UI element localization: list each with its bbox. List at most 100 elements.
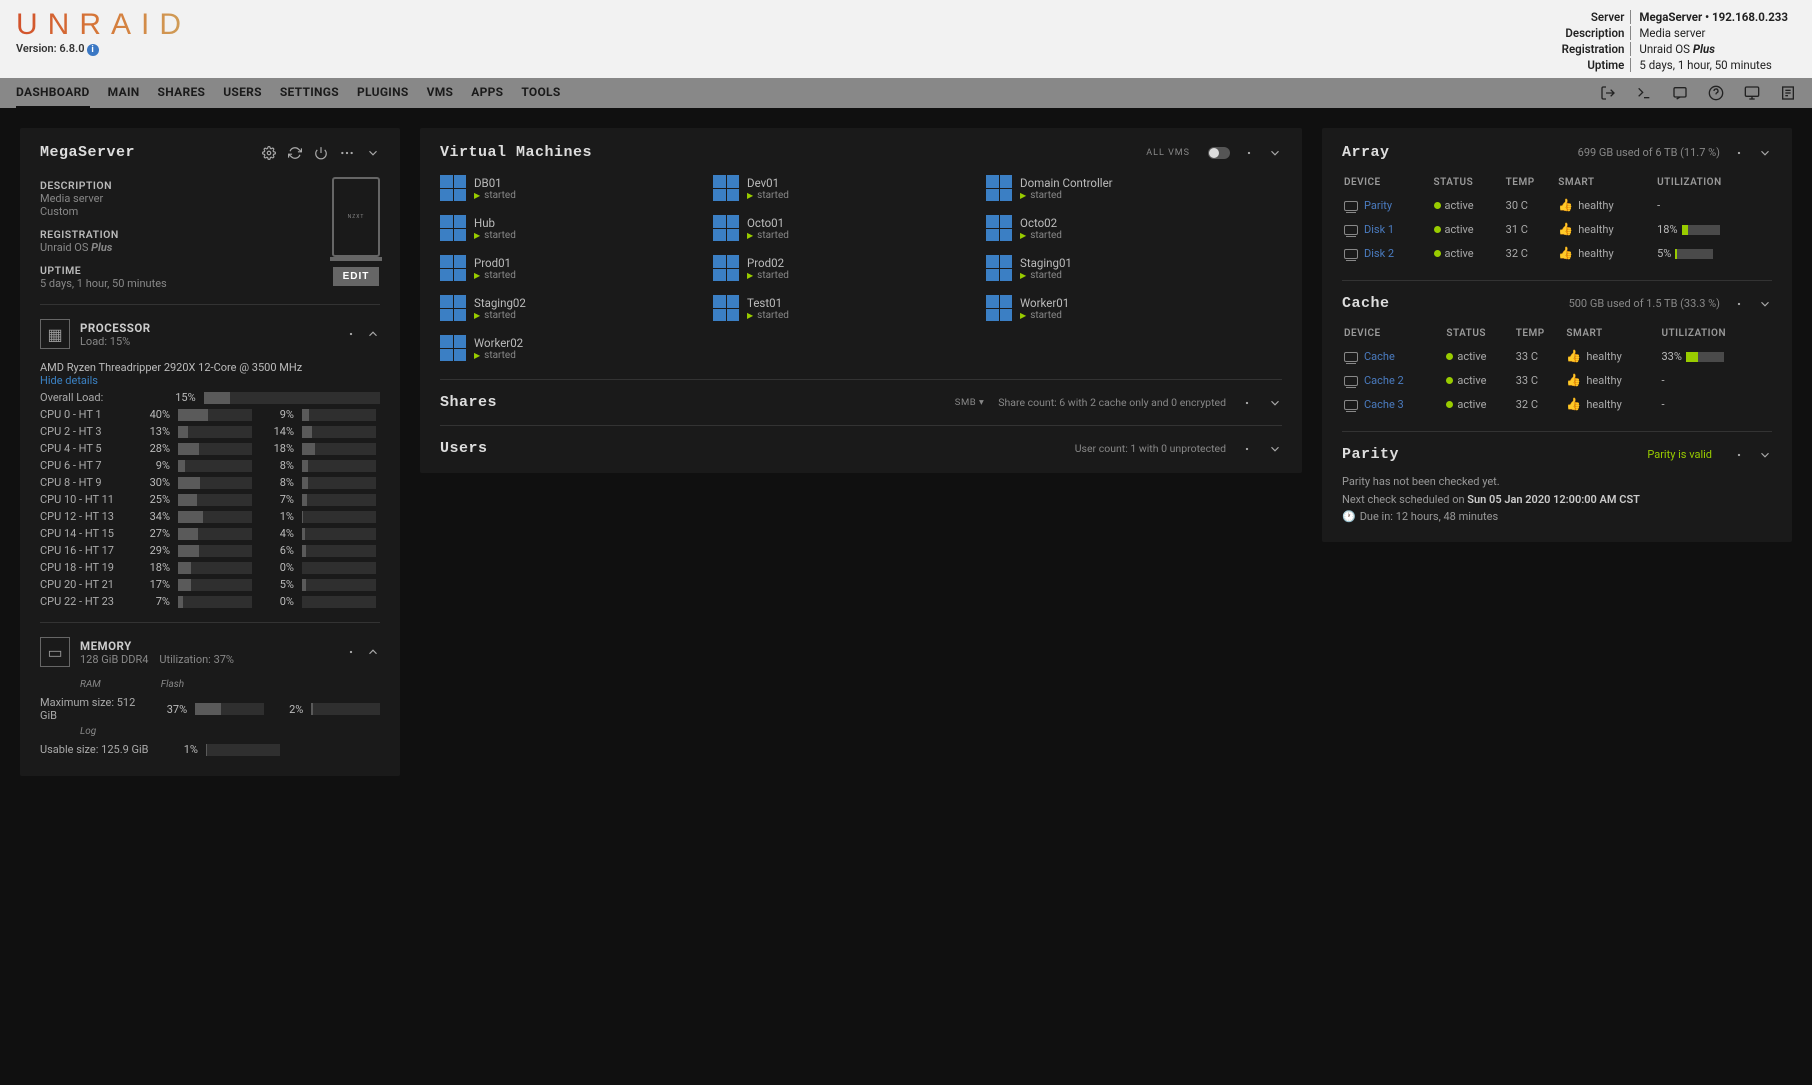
- windows-icon: [986, 255, 1012, 281]
- nav-tab-settings[interactable]: SETTINGS: [280, 78, 339, 108]
- vm-item[interactable]: Dev01▶ started: [713, 171, 974, 205]
- gear-icon[interactable]: [344, 645, 358, 659]
- cpu-row: CPU 16 - HT 17 29% 6%: [40, 544, 380, 557]
- disk-icon: [1344, 400, 1358, 410]
- windows-icon: [440, 255, 466, 281]
- parity-valid-badge: Parity is valid: [1647, 448, 1712, 461]
- cpu-row: CPU 18 - HT 19 18% 0%: [40, 561, 380, 574]
- windows-icon: [986, 215, 1012, 241]
- nav-tab-shares[interactable]: SHARES: [158, 78, 206, 108]
- monitor-icon[interactable]: [1744, 85, 1760, 101]
- feedback-icon[interactable]: [1672, 85, 1688, 101]
- chevron-down-icon[interactable]: [1268, 442, 1282, 456]
- proto-dropdown[interactable]: SMB ▾: [955, 397, 984, 408]
- vm-item[interactable]: Test01▶ started: [713, 291, 974, 325]
- hide-details-link[interactable]: Hide details: [40, 374, 380, 387]
- power-icon[interactable]: [314, 146, 328, 160]
- gear-icon[interactable]: [1240, 396, 1254, 410]
- edit-button[interactable]: EDIT: [333, 267, 380, 286]
- disk-link[interactable]: Cache: [1364, 350, 1395, 363]
- processor-title: PROCESSOR: [80, 321, 151, 335]
- case-icon: NZXT: [332, 177, 380, 257]
- nav-tab-tools[interactable]: TOOLS: [521, 78, 560, 108]
- array-title: Array: [1342, 144, 1390, 161]
- nav-bar: DASHBOARD MAIN SHARES USERS SETTINGS PLUGINS V…: [0, 78, 1812, 108]
- version-line: Version: 6.8.0i: [16, 42, 191, 56]
- disk-link[interactable]: Cache 2: [1364, 374, 1404, 387]
- cpu-row: CPU 8 - HT 9 30% 8%: [40, 476, 380, 489]
- thumb-up-icon: 👍: [1558, 198, 1573, 212]
- cache-title: Cache: [1342, 295, 1390, 312]
- cpu-row: CPU 22 - HT 23 7% 0%: [40, 595, 380, 608]
- vms-title: Virtual Machines: [440, 144, 592, 161]
- vm-item[interactable]: Worker01▶ started: [986, 291, 1247, 325]
- windows-icon: [986, 175, 1012, 201]
- nav-tab-dashboard[interactable]: DASHBOARD: [16, 78, 90, 108]
- disk-row: Disk 2 active 32 C 👍healthy 5%: [1344, 242, 1770, 264]
- nav-tab-plugins[interactable]: PLUGINS: [357, 78, 409, 108]
- chevron-down-icon[interactable]: [1758, 297, 1772, 311]
- vm-item[interactable]: Hub▶ started: [440, 211, 701, 245]
- disk-row: Cache 2 active 33 C 👍healthy -: [1344, 369, 1770, 391]
- disk-icon: [1344, 352, 1358, 362]
- server-panel: MegaServer DESCRIPTION Media server Cust…: [20, 128, 400, 776]
- logo: UNRAID: [16, 8, 191, 42]
- chevron-up-icon[interactable]: [366, 645, 380, 659]
- vm-item[interactable]: Staging01▶ started: [986, 251, 1247, 285]
- vm-item[interactable]: Domain Controller▶ started: [986, 171, 1247, 205]
- terminal-icon[interactable]: [1636, 85, 1652, 101]
- disk-link[interactable]: Disk 2: [1364, 247, 1394, 260]
- chevron-up-icon[interactable]: [366, 327, 380, 341]
- nav-tab-vms[interactable]: VMS: [427, 78, 454, 108]
- refresh-icon[interactable]: [288, 146, 302, 160]
- chevron-down-icon[interactable]: [366, 146, 380, 160]
- windows-icon: [713, 255, 739, 281]
- chevron-down-icon[interactable]: [1758, 146, 1772, 160]
- disk-link[interactable]: Disk 1: [1364, 223, 1394, 236]
- vm-item[interactable]: Worker02▶ started: [440, 331, 701, 365]
- windows-icon: [713, 175, 739, 201]
- disk-icon: [1344, 376, 1358, 386]
- logout-icon[interactable]: [1600, 85, 1616, 101]
- disk-link[interactable]: Parity: [1364, 199, 1392, 212]
- windows-icon: [713, 295, 739, 321]
- windows-icon: [440, 175, 466, 201]
- thumb-up-icon: 👍: [1566, 397, 1581, 411]
- gear-icon[interactable]: [344, 327, 358, 341]
- users-title: Users: [440, 440, 488, 457]
- chevron-down-icon[interactable]: [1758, 448, 1772, 462]
- vm-item[interactable]: Staging02▶ started: [440, 291, 701, 325]
- server-title: MegaServer: [40, 144, 135, 161]
- settings-icon[interactable]: [340, 146, 354, 160]
- reg-label: REGISTRATION: [40, 228, 167, 241]
- gear-icon[interactable]: [1242, 146, 1256, 160]
- vm-item[interactable]: DB01▶ started: [440, 171, 701, 205]
- gear-icon[interactable]: [1732, 146, 1746, 160]
- nav-tab-main[interactable]: MAIN: [108, 78, 140, 108]
- vm-item[interactable]: Prod01▶ started: [440, 251, 701, 285]
- nav-tab-users[interactable]: USERS: [223, 78, 262, 108]
- log-icon[interactable]: [1780, 85, 1796, 101]
- thumb-up-icon: 👍: [1558, 246, 1573, 260]
- server-meta: ServerMegaServer • 192.168.0.233 Descrip…: [1554, 8, 1796, 74]
- clock-icon: 🕐: [1342, 508, 1356, 526]
- vm-item[interactable]: Octo01▶ started: [713, 211, 974, 245]
- vms-panel: Virtual Machines ALL VMS DB01▶ started D…: [420, 128, 1302, 473]
- gear-icon[interactable]: [1240, 442, 1254, 456]
- gear-icon[interactable]: [1732, 448, 1746, 462]
- nav-tab-apps[interactable]: APPS: [471, 78, 503, 108]
- gear-icon[interactable]: [1732, 297, 1746, 311]
- cpu-model: AMD Ryzen Threadripper 2920X 12-Core @ 3…: [40, 361, 380, 374]
- vm-item[interactable]: Prod02▶ started: [713, 251, 974, 285]
- shares-title: Shares: [440, 394, 497, 411]
- vm-item[interactable]: Octo02▶ started: [986, 211, 1247, 245]
- info-icon[interactable]: i: [87, 44, 99, 56]
- chevron-down-icon[interactable]: [1268, 146, 1282, 160]
- cpu-row: CPU 20 - HT 21 17% 5%: [40, 578, 380, 591]
- chevron-down-icon[interactable]: [1268, 396, 1282, 410]
- cpu-row: CPU 10 - HT 11 25% 7%: [40, 493, 380, 506]
- disk-link[interactable]: Cache 3: [1364, 398, 1404, 411]
- gear-icon[interactable]: [262, 146, 276, 160]
- help-icon[interactable]: [1708, 85, 1724, 101]
- all-vms-toggle[interactable]: [1208, 147, 1230, 159]
